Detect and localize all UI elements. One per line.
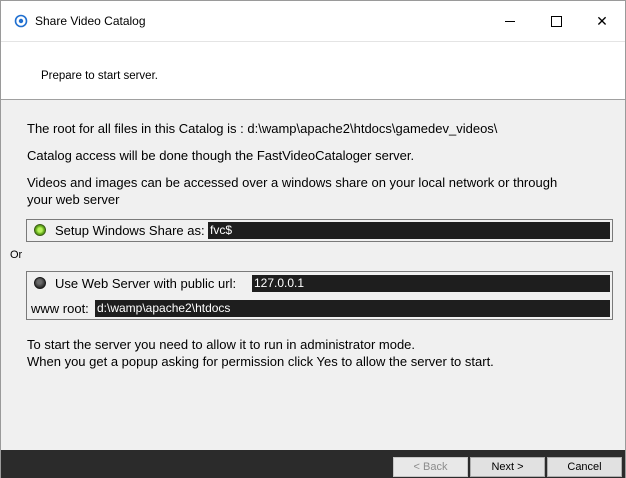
next-button[interactable]: Next > xyxy=(470,457,545,477)
minimize-icon xyxy=(505,20,515,22)
access-text: Catalog access will be done though the F… xyxy=(27,148,415,163)
wizard-footer: < Back Next > Cancel xyxy=(1,450,625,478)
close-button[interactable]: ✕ xyxy=(579,1,625,41)
admin-info-line2: When you get a popup asking for permissi… xyxy=(27,354,494,369)
app-icon xyxy=(14,14,28,28)
web-server-label: Use Web Server with public url: xyxy=(55,276,237,291)
admin-info-line1: To start the server you need to allow it… xyxy=(27,337,416,352)
close-icon: ✕ xyxy=(596,12,608,29)
maximize-icon xyxy=(550,15,562,27)
minimize-button[interactable] xyxy=(487,1,533,41)
web-option-group: Use Web Server with public url: 127.0.0.… xyxy=(26,271,613,320)
videos-text-line1: Videos and images can be accessed over a… xyxy=(27,175,558,190)
header-text: Prepare to start server. xyxy=(41,70,158,82)
www-root-input[interactable]: d:\wamp\apache2\htdocs xyxy=(95,300,610,317)
or-label: Or xyxy=(10,249,23,261)
share-label: Setup Windows Share as: xyxy=(55,223,205,238)
share-option-group: Setup Windows Share as: fvc$ xyxy=(26,219,613,242)
share-radio[interactable] xyxy=(34,224,46,236)
root-path-text: The root for all files in this Catalog i… xyxy=(27,121,498,136)
share-video-catalog-window: Share Video Catalog ✕ Prepare to start s… xyxy=(0,0,626,478)
public-url-input[interactable]: 127.0.0.1 xyxy=(252,275,610,292)
window-title: Share Video Catalog xyxy=(35,14,146,28)
videos-text-line2: your web server xyxy=(27,192,120,207)
cancel-button[interactable]: Cancel xyxy=(547,457,622,477)
web-server-radio[interactable] xyxy=(34,277,46,289)
back-button[interactable]: < Back xyxy=(393,457,468,477)
wizard-header: Prepare to start server. xyxy=(1,41,625,100)
www-root-label: www root: xyxy=(31,301,89,316)
share-name-input[interactable]: fvc$ xyxy=(208,222,610,239)
title-bar[interactable]: Share Video Catalog ✕ xyxy=(1,1,625,41)
maximize-button[interactable] xyxy=(533,1,579,41)
